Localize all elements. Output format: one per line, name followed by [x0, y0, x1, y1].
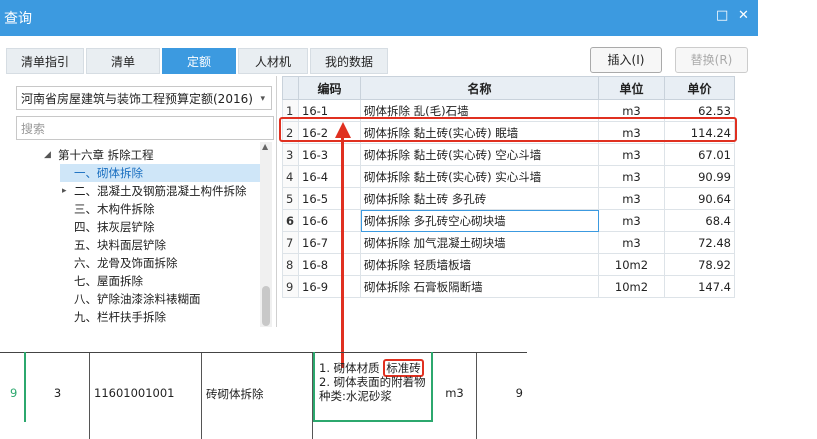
selection-marker: [24, 352, 26, 422]
tree-node-roof[interactable]: 七、屋面拆除: [60, 272, 143, 290]
col-name[interactable]: 名称: [360, 76, 599, 100]
quota-grid: 编码 名称 单位 单价 1 16-1 砌体拆除 乱(毛)石墙 m3 62.53 …: [282, 76, 735, 298]
tree-node-keel[interactable]: 六、龙骨及饰面拆除: [60, 254, 178, 272]
col-unit[interactable]: 单位: [598, 76, 665, 100]
tree-node-tile[interactable]: 五、块料面层铲除: [60, 236, 166, 254]
tab-my-data[interactable]: 我的数据: [310, 48, 388, 74]
quantity-cell[interactable]: 9: [477, 353, 527, 439]
tree-node-chapter16[interactable]: ◢ 第十六章 拆除工程: [44, 146, 154, 164]
grid-header: 编码 名称 单位 单价: [282, 76, 735, 100]
expand-icon[interactable]: ▸: [62, 182, 67, 200]
search-placeholder: 搜索: [21, 122, 46, 136]
scroll-up-icon[interactable]: ▲: [262, 142, 268, 151]
search-input[interactable]: 搜索: [16, 116, 274, 140]
table-row[interactable]: 9 16-9 砌体拆除 石膏板隔断墙 10m2 147.4: [282, 275, 735, 298]
code-cell[interactable]: 11601001001: [90, 353, 202, 439]
unit-cell[interactable]: m3: [433, 353, 477, 439]
insert-button[interactable]: 插入(I): [590, 47, 662, 73]
quota-library-value: 河南省房屋建筑与装饰工程预算定额(2016): [21, 92, 253, 106]
window-title: 查询: [4, 11, 32, 27]
name-cell[interactable]: 砖砌体拆除: [202, 353, 313, 439]
left-panel: 河南省房屋建筑与装饰工程预算定额(2016) ▾ 搜索 ◢ 第十六章 拆除工程 …: [0, 76, 277, 327]
col-code[interactable]: 编码: [298, 76, 361, 100]
tab-bar: 清单指引 清单 定额 人材机 我的数据: [0, 48, 590, 74]
table-row[interactable]: 8 16-8 砌体拆除 轻质墙板墙 10m2 78.92: [282, 253, 735, 276]
annotation-arrow-line: [341, 136, 344, 368]
tree-node-wood[interactable]: 三、木构件拆除: [60, 200, 155, 218]
chevron-down-icon: ▾: [260, 94, 265, 104]
tab-labor-material-machine[interactable]: 人材机: [238, 48, 308, 74]
table-row[interactable]: 5 16-5 砌体拆除 黏土砖 多孔砖 m3 90.64: [282, 187, 735, 210]
col-price[interactable]: 单价: [664, 76, 735, 100]
annotation-arrow-icon: [335, 122, 351, 138]
tree-node-plaster[interactable]: 四、抹灰层铲除: [60, 218, 155, 236]
feature-text: 1. 砌体材质 标准砖 2. 砌体表面的附着物种类:水泥砂浆: [319, 359, 426, 403]
replace-button[interactable]: 替换(R): [675, 47, 748, 73]
table-row[interactable]: 7 16-7 砌体拆除 加气混凝土砌块墙 m3 72.48: [282, 231, 735, 254]
tree-node-masonry[interactable]: 一、砌体拆除: [60, 164, 260, 182]
tab-quota[interactable]: 定额: [162, 48, 236, 74]
quota-library-select[interactable]: 河南省房屋建筑与装饰工程预算定额(2016) ▾: [16, 86, 272, 110]
table-row[interactable]: 4 16-4 砌体拆除 黏土砖(实心砖) 实心斗墙 m3 90.99: [282, 165, 735, 188]
restore-icon[interactable]: □: [716, 8, 728, 23]
tab-list[interactable]: 清单: [86, 48, 160, 74]
query-dialog: 查询 □ ✕ 清单指引 清单 定额 人材机 我的数据 插入(I) 替换(R) 河…: [0, 0, 758, 327]
scroll-thumb[interactable]: [262, 286, 270, 326]
seq-cell[interactable]: 3: [26, 353, 90, 439]
title-bar: 查询 □ ✕: [0, 0, 758, 36]
tree-scrollbar[interactable]: ▲: [260, 142, 272, 327]
tree-node-concrete[interactable]: ▸ 二、混凝土及钢筋混凝土构件拆除: [60, 182, 247, 200]
tree-node-paint[interactable]: 八、铲除油漆涂料裱糊面: [60, 290, 201, 308]
collapse-icon[interactable]: ◢: [44, 146, 51, 164]
table-row[interactable]: 3 16-3 砌体拆除 黏土砖(实心砖) 空心斗墙 m3 67.01: [282, 143, 735, 166]
tree-node-railing[interactable]: 九、栏杆扶手拆除: [60, 308, 166, 326]
close-icon[interactable]: ✕: [738, 8, 749, 23]
bill-row[interactable]: 9 3 11601001001 砖砌体拆除 m3 9: [0, 352, 527, 439]
row-number-cell: 9: [10, 386, 18, 400]
table-row-current[interactable]: 6 16-6 砌体拆除 多孔砖空心砌块墙 m3 68.4: [282, 209, 735, 232]
tab-list-guide[interactable]: 清单指引: [6, 48, 84, 74]
chapter-tree: ◢ 第十六章 拆除工程 一、砌体拆除 ▸ 二、混凝土及钢筋混凝土构件拆除 三、木…: [0, 144, 260, 327]
